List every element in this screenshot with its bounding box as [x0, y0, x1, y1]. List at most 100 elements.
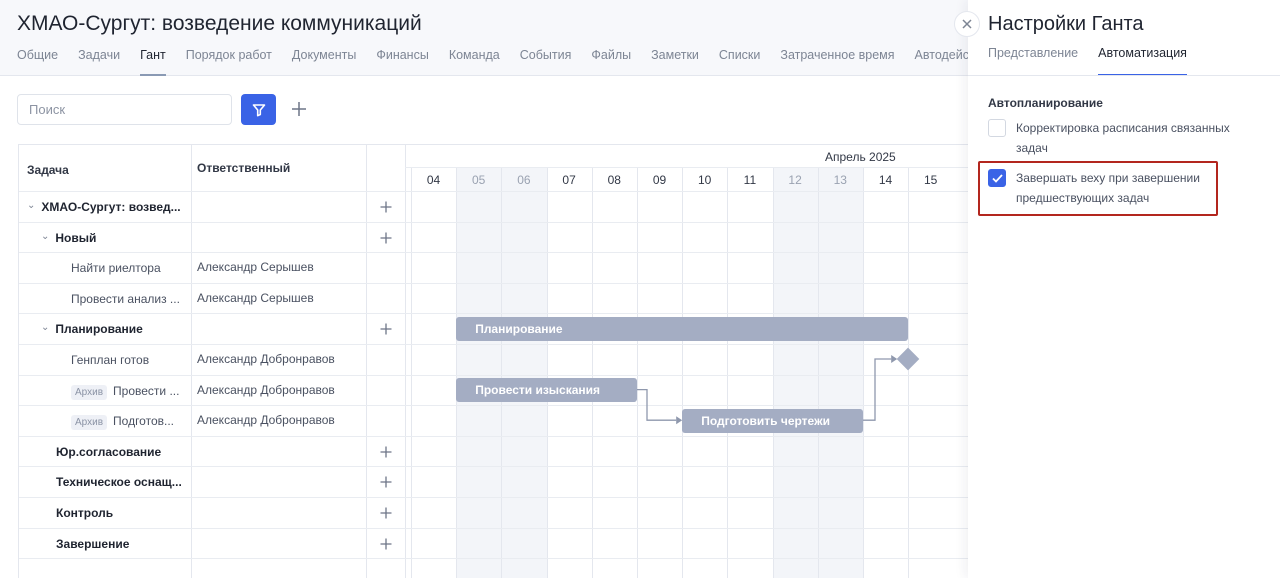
gantt-bar[interactable]: Подготовить чертежи	[682, 408, 863, 433]
row-divider	[19, 252, 969, 254]
filter-icon	[252, 103, 265, 116]
tab-11[interactable]: Затраченное время	[780, 46, 894, 76]
weekend-column	[817, 167, 863, 578]
task-name: Планирование	[55, 322, 143, 337]
page-title: ХМАО-Сургут: возведение коммуникаций	[17, 12, 422, 35]
row-divider	[19, 405, 969, 407]
day-label: 11	[743, 173, 757, 187]
day-label: 04	[426, 173, 441, 187]
table-row-task[interactable]: Найти риелтора	[71, 261, 185, 275]
tab-9[interactable]: Заметки	[651, 46, 699, 76]
table-row-task[interactable]: ⌄ Планирование	[41, 322, 185, 336]
tab-6[interactable]: Команда	[449, 46, 500, 76]
gantt-settings-panel: Настройки Ганта Представление Автоматизац…	[968, 0, 1280, 578]
day-label: 12	[788, 173, 802, 187]
plus-icon	[292, 102, 306, 116]
table-row-task[interactable]: ⌄ ХМАО-Сургут: возвед...	[27, 200, 185, 214]
task-name: Генплан готов	[71, 353, 150, 367]
table-row-task[interactable]: Генплан готов	[71, 353, 185, 367]
table-row-task[interactable]: Архив Подготов...	[71, 414, 185, 431]
header-divider	[405, 167, 969, 168]
task-name: Контроль	[56, 506, 114, 520]
day-label: 14	[878, 173, 893, 187]
tab-1[interactable]: Задачи	[78, 46, 120, 76]
tab-12[interactable]: Автодейс	[915, 46, 969, 76]
day-divider	[591, 167, 593, 578]
panel-tab-1[interactable]: Автоматизация	[1098, 46, 1187, 76]
table-row-task[interactable]: Юр.согласование	[56, 445, 185, 459]
day-divider	[501, 167, 503, 578]
table-row-task[interactable]: Техническое оснащ...	[56, 475, 185, 489]
table-row-task[interactable]: ⌄ Новый	[41, 231, 185, 245]
plus-icon	[380, 323, 392, 335]
task-owner: Александр Добронравов	[197, 413, 335, 428]
row-divider	[19, 344, 969, 345]
table-row-task[interactable]: Провести анализ ...	[71, 292, 185, 306]
tab-3[interactable]: Порядок работ	[186, 46, 272, 76]
day-divider	[908, 167, 910, 578]
row-divider	[19, 527, 969, 529]
day-divider	[863, 167, 864, 578]
tab-8[interactable]: Файлы	[591, 46, 631, 76]
day-divider	[817, 167, 819, 578]
table-row-task[interactable]: Архив Провести ...	[71, 384, 185, 400]
chevron-down-icon[interactable]: ⌄	[27, 200, 35, 211]
tab-10[interactable]: Списки	[719, 46, 760, 76]
plus-icon	[380, 201, 392, 213]
add-task-button[interactable]	[287, 95, 311, 123]
project-tabs: Общие Задачи Гант Порядок работ Документы Фин…	[17, 46, 989, 76]
tab-2[interactable]: Гант	[140, 46, 166, 76]
tab-5[interactable]: Финансы	[376, 46, 428, 76]
row-divider	[19, 313, 969, 315]
column-header-task: Задача	[27, 163, 69, 177]
timeline-month: Апрель 2025	[825, 150, 896, 164]
close-panel-button[interactable]	[954, 11, 980, 37]
tab-7[interactable]: События	[520, 46, 572, 76]
day-divider	[546, 167, 548, 578]
panel-tab-0[interactable]: Представление	[988, 46, 1078, 76]
add-subtask-button[interactable]	[378, 198, 394, 218]
section-title: Автопланирование	[988, 96, 1103, 110]
gantt-bar[interactable]: Планирование	[456, 316, 909, 341]
gantt-bar[interactable]: Провести изыскания	[456, 377, 637, 402]
day-label: 05	[472, 173, 486, 187]
column-divider	[366, 145, 367, 578]
task-name: Провести ...	[113, 383, 180, 398]
milestone-diamond[interactable]	[896, 347, 920, 371]
day-divider	[772, 167, 774, 578]
day-divider	[637, 167, 638, 578]
task-name: Юр.согласование	[56, 444, 162, 459]
table-row-task[interactable]: Завершение	[56, 537, 185, 551]
row-divider	[19, 435, 969, 437]
day-label: 13	[833, 173, 847, 187]
add-subtask-button[interactable]	[378, 473, 394, 493]
tab-4[interactable]: Документы	[292, 46, 356, 76]
dependency-link	[863, 358, 892, 421]
task-name: Подготов...	[113, 414, 175, 429]
tab-0[interactable]: Общие	[17, 46, 58, 76]
column-divider	[405, 145, 406, 578]
table-row-task[interactable]: Контроль	[56, 506, 185, 520]
row-divider	[19, 282, 969, 284]
panel-tabs: Представление Автоматизация	[988, 46, 1207, 76]
add-subtask-button[interactable]	[378, 535, 394, 555]
day-divider	[682, 167, 684, 578]
day-divider	[456, 167, 458, 578]
row-divider	[19, 221, 969, 223]
chevron-down-icon[interactable]: ⌄	[41, 231, 49, 242]
add-subtask-button[interactable]	[378, 229, 394, 249]
plus-icon	[380, 538, 392, 550]
search-input[interactable]	[17, 94, 232, 125]
chevron-down-icon[interactable]: ⌄	[41, 322, 49, 333]
filter-button[interactable]	[241, 94, 276, 125]
add-subtask-button[interactable]	[378, 504, 394, 524]
day-label: 09	[652, 173, 667, 187]
panel-title: Настройки Ганта	[988, 13, 1144, 35]
add-subtask-button[interactable]	[378, 320, 394, 340]
add-subtask-button[interactable]	[378, 443, 394, 463]
day-label: 10	[698, 173, 712, 187]
task-name: Новый	[55, 230, 97, 245]
checkbox[interactable]	[988, 119, 1006, 137]
row-divider	[19, 558, 969, 560]
row-divider	[19, 497, 969, 498]
